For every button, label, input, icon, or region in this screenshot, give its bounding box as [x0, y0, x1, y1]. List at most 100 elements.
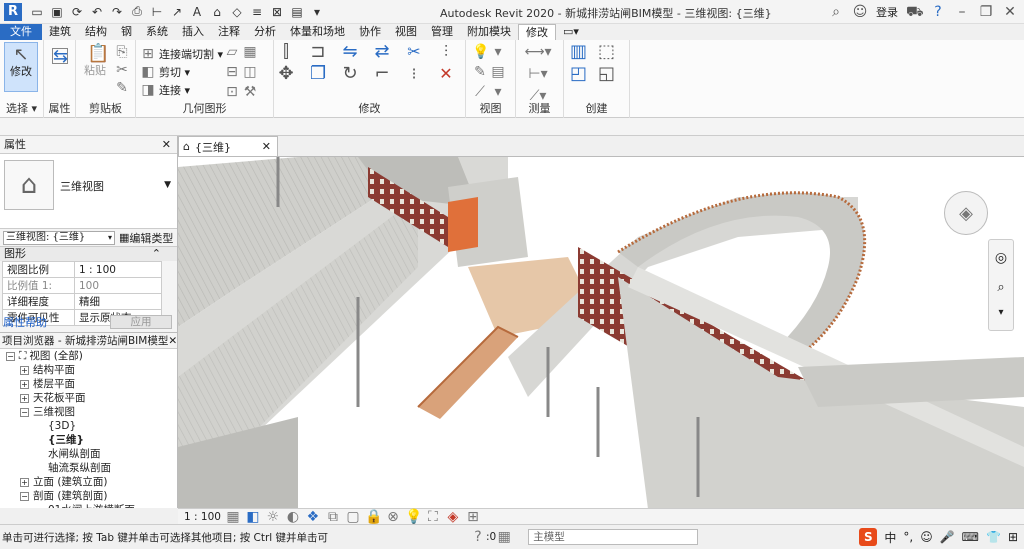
- view-scale-field[interactable]: 1 : 100: [74, 261, 162, 278]
- close-icon[interactable]: ✕: [262, 140, 277, 153]
- zoom-icon[interactable]: ⌕: [989, 280, 1013, 295]
- copy-icon[interactable]: ⎘: [114, 44, 130, 60]
- measure-between-icon[interactable]: ⟷▾: [522, 44, 554, 60]
- cope-button[interactable]: ⊞ 连接端切割 ▾: [140, 46, 223, 62]
- create-similar-icon[interactable]: ◱: [598, 65, 615, 83]
- chevron-down-icon[interactable]: ▾: [989, 307, 1013, 318]
- punctuation-icon[interactable]: °,: [903, 530, 913, 544]
- tree-item[interactable]: + 立面 (建筑立面): [0, 475, 177, 489]
- tree-item[interactable]: − 剖面 (建筑剖面): [0, 489, 177, 503]
- copy-element-icon[interactable]: ❐: [310, 65, 326, 83]
- lock-view-icon[interactable]: 🔒: [365, 509, 382, 525]
- user-icon[interactable]: ☺: [852, 4, 868, 20]
- tab-structure[interactable]: 结构: [78, 24, 114, 40]
- modify-button[interactable]: ↖ 修改: [4, 42, 38, 92]
- mirror-axis-icon[interactable]: ⇋: [342, 43, 358, 61]
- steering-wheel-icon[interactable]: ◎: [989, 250, 1013, 266]
- tree-item[interactable]: 01水闸上游横断面: [0, 503, 177, 508]
- model-selector[interactable]: 主模型: [528, 529, 699, 545]
- wall-joins-icon[interactable]: ◫: [242, 64, 258, 80]
- 3d-viewport[interactable]: ◈ ◎ ⌕ ▾: [178, 156, 1024, 508]
- tab-view[interactable]: 视图: [388, 24, 424, 40]
- demolish-icon[interactable]: ⊟: [224, 64, 240, 80]
- panel-select-title[interactable]: 选择 ▾: [0, 100, 43, 116]
- tab-file[interactable]: 文件: [0, 24, 42, 40]
- crop-icon[interactable]: ⧉: [325, 509, 341, 525]
- login-link[interactable]: 登录: [876, 4, 898, 20]
- collapse-icon[interactable]: −: [6, 351, 15, 361]
- maximize-icon[interactable]: ❐: [978, 4, 994, 20]
- search-icon[interactable]: ⌕: [828, 4, 844, 20]
- crop-region-icon[interactable]: ▢: [345, 509, 361, 525]
- help-icon[interactable]: ?: [470, 529, 486, 545]
- reveal-hidden-icon[interactable]: 💡: [405, 509, 422, 525]
- view-more-icon[interactable]: ▾: [490, 84, 506, 100]
- view-dropdown-icon[interactable]: ▾: [490, 44, 506, 60]
- view-tab[interactable]: ⌂ {三维} ✕: [178, 136, 278, 156]
- offset-icon[interactable]: ⊐: [310, 43, 326, 61]
- remove-paint-icon[interactable]: ⊡: [224, 84, 240, 100]
- tree-item[interactable]: 轴流泵纵剖面: [0, 461, 177, 475]
- delete-icon[interactable]: ✕: [438, 66, 454, 82]
- collapse-icon[interactable]: −: [20, 491, 29, 501]
- cut-geometry-button[interactable]: ◧ 剪切 ▾: [140, 64, 190, 80]
- grid-icon[interactable]: ⊞: [1008, 530, 1018, 544]
- highlight-icon[interactable]: ◈: [445, 509, 461, 525]
- constraints-icon[interactable]: ⊞: [465, 509, 481, 525]
- match-type-icon[interactable]: ✎: [114, 80, 130, 96]
- tree-item[interactable]: + 天花板平面: [0, 391, 177, 405]
- close-icon[interactable]: ✕: [168, 333, 177, 348]
- undo-icon[interactable]: ↶: [88, 3, 106, 21]
- redo-icon[interactable]: ↷: [108, 3, 126, 21]
- skin-icon[interactable]: 👕: [986, 530, 1001, 544]
- type-selector[interactable]: ⌂ 三维视图 ▼: [0, 154, 177, 229]
- viewcube-icon[interactable]: ◈: [944, 191, 988, 235]
- paste-button[interactable]: 📋 粘贴: [80, 42, 110, 92]
- 3d-view-icon[interactable]: ⌂: [208, 3, 226, 21]
- sogou-logo-icon[interactable]: S: [859, 528, 878, 546]
- sync-icon[interactable]: ⟳: [68, 3, 86, 21]
- tab-massing-site[interactable]: 体量和场地: [283, 24, 352, 40]
- minimize-icon[interactable]: –: [954, 4, 970, 20]
- sun-path-icon[interactable]: ☼: [265, 509, 281, 525]
- expand-icon[interactable]: +: [20, 477, 29, 487]
- tree-item[interactable]: {3D}: [0, 419, 177, 433]
- create-assembly-icon[interactable]: ▥: [570, 43, 587, 61]
- properties-help-link[interactable]: 属性帮助: [3, 314, 47, 330]
- close-hidden-icon[interactable]: ⊠: [268, 3, 286, 21]
- shadows-icon[interactable]: ◐: [285, 509, 301, 525]
- customize-qat-icon[interactable]: ▾: [308, 3, 326, 21]
- hammer-icon[interactable]: ⚒: [242, 84, 258, 100]
- tree-item[interactable]: 水闸纵剖面: [0, 447, 177, 461]
- tab-insert[interactable]: 插入: [175, 24, 211, 40]
- tree-item[interactable]: − ⛶ 视图 (全部): [0, 349, 177, 363]
- close-icon[interactable]: ✕: [1002, 4, 1018, 20]
- create-group-icon[interactable]: ◰: [570, 65, 587, 83]
- edit-type-button[interactable]: 编辑类型: [129, 230, 173, 246]
- pen-icon[interactable]: ✎: [472, 64, 488, 80]
- open-icon[interactable]: ▭: [28, 3, 46, 21]
- save-icon[interactable]: ▣: [48, 3, 66, 21]
- keyboard-icon[interactable]: ⌨: [962, 530, 979, 544]
- cart-icon[interactable]: ⛟: [906, 4, 924, 20]
- split-icon[interactable]: ✂: [406, 44, 422, 60]
- detail-level-icon[interactable]: ▦: [225, 509, 241, 525]
- ime-language[interactable]: 中: [884, 529, 896, 546]
- expand-icon[interactable]: +: [20, 365, 29, 375]
- revit-logo-icon[interactable]: R: [4, 2, 22, 21]
- section-icon[interactable]: ◇: [228, 3, 246, 21]
- tab-collaborate[interactable]: 协作: [352, 24, 388, 40]
- override-icon[interactable]: ▤: [490, 64, 506, 80]
- paint-icon[interactable]: ▦: [242, 44, 258, 60]
- move-icon[interactable]: ✥: [278, 65, 294, 83]
- trim-icon[interactable]: ⌐: [374, 65, 390, 83]
- tab-modify[interactable]: 修改: [518, 24, 556, 40]
- array-icon[interactable]: ⁝: [406, 66, 422, 82]
- cut-icon[interactable]: ✂: [114, 62, 130, 78]
- close-icon[interactable]: ✕: [162, 136, 171, 153]
- group-graphics[interactable]: 图形 ⌃: [0, 247, 177, 261]
- worksets-icon[interactable]: ▦: [496, 529, 512, 545]
- thin-lines-icon[interactable]: ≡: [248, 3, 266, 21]
- properties-button[interactable]: ⇆: [47, 42, 73, 92]
- switch-windows-icon[interactable]: ▤: [288, 3, 306, 21]
